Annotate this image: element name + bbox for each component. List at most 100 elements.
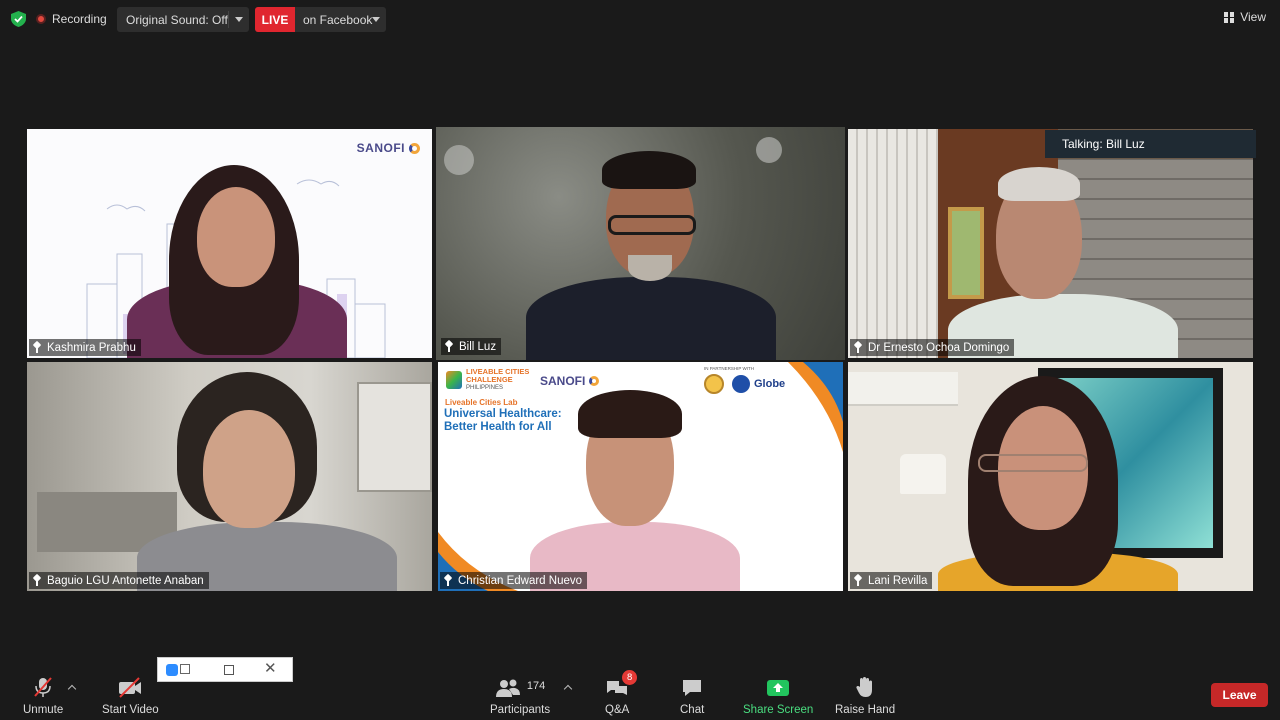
glasses xyxy=(608,215,696,235)
participant-name: Dr Ernesto Ochoa Domingo xyxy=(868,341,1010,354)
lcc-line3: PHILIPPINES xyxy=(466,385,504,391)
lcc-logo: LIVEABLE CITIES CHALLENGE PHILIPPINES xyxy=(446,368,529,392)
recording-indicator[interactable]: Recording xyxy=(36,8,107,30)
qa-button[interactable]: 8 Q&A xyxy=(605,670,638,716)
duplicate-icon[interactable] xyxy=(180,664,190,674)
participant-name: Christian Edward Nuevo xyxy=(458,574,583,587)
sanofi-logo: SANOFI xyxy=(357,141,420,155)
zoom-camera-icon xyxy=(166,664,178,676)
video-tile-antonette[interactable]: Baguio LGU Antonette Anaban xyxy=(27,362,432,591)
share-screen-label: Share Screen xyxy=(743,704,814,716)
chat-button[interactable]: Chat xyxy=(680,676,704,716)
chat-label: Chat xyxy=(680,704,705,716)
partnership-label: IN PARTNERSHIP WITH xyxy=(704,366,755,371)
globe-icon xyxy=(732,375,750,393)
participant-name: Baguio LGU Antonette Anaban xyxy=(47,574,204,587)
share-screen-icon xyxy=(766,676,790,698)
participants-button[interactable]: 174 Participants xyxy=(490,676,550,716)
participants-icon-group: 174 xyxy=(495,676,545,698)
chat-icon xyxy=(681,676,703,698)
participant-name-tag: Bill Luz xyxy=(441,338,502,355)
participant-name: Kashmira Prabhu xyxy=(47,341,136,354)
pin-icon xyxy=(854,575,862,586)
participant-name-tag: Christian Edward Nuevo xyxy=(440,572,588,589)
divider xyxy=(228,11,229,28)
shield-check-icon[interactable] xyxy=(11,11,26,27)
pin-icon xyxy=(33,342,41,353)
share-screen-button[interactable]: Share Screen xyxy=(743,676,813,716)
pin-icon xyxy=(444,575,452,586)
participants-label: Participants xyxy=(490,704,551,716)
window-blinds xyxy=(848,129,938,358)
globe-logo: Globe xyxy=(732,375,785,393)
recording-label: Recording xyxy=(52,12,107,26)
air-conditioner xyxy=(848,372,958,406)
raise-hand-icon xyxy=(855,676,875,698)
participant-name: Lani Revilla xyxy=(868,574,928,587)
floating-mini-window[interactable]: ✕ xyxy=(157,657,293,682)
maximize-icon[interactable] xyxy=(224,665,234,675)
light-spot xyxy=(444,145,474,175)
raise-hand-button[interactable]: Raise Hand xyxy=(835,676,895,716)
qa-icon-group: 8 xyxy=(605,670,638,698)
video-tile-christian[interactable]: LIVEABLE CITIES CHALLENGE PHILIPPINES SA… xyxy=(438,362,843,591)
sanofi-swirl-icon xyxy=(409,142,420,154)
hair xyxy=(578,390,682,438)
hair xyxy=(602,151,696,189)
slide-title-line1: Universal Healthcare: xyxy=(444,408,562,420)
slide-lab-label: Liveable Cities Lab xyxy=(445,398,518,407)
video-tile-ernesto[interactable]: Dr Ernesto Ochoa Domingo xyxy=(848,129,1253,358)
video-off-icon xyxy=(117,676,143,698)
pin-icon xyxy=(33,575,41,586)
live-target-label: on Facebook xyxy=(303,12,373,27)
sanofi-swirl-icon xyxy=(589,376,600,386)
slide-sanofi-text: SANOFI xyxy=(540,374,586,388)
view-button[interactable]: View xyxy=(1224,10,1266,24)
caret-down-icon[interactable] xyxy=(235,17,243,22)
live-stream-control[interactable]: LIVE on Facebook xyxy=(255,7,386,32)
participant-name-tag: Dr Ernesto Ochoa Domingo xyxy=(850,339,1015,356)
globe-text: Globe xyxy=(754,378,786,390)
leave-button[interactable]: Leave xyxy=(1211,683,1268,707)
participants-icon xyxy=(495,679,520,697)
participant-name-tag: Kashmira Prabhu xyxy=(29,339,141,356)
unmute-button[interactable]: Unmute xyxy=(23,676,63,716)
grid-view-icon xyxy=(1224,11,1235,23)
lamp xyxy=(900,454,946,494)
video-tile-kashmira[interactable]: SANOFI Kashmira Prabhu xyxy=(27,129,432,358)
slide-title-line2: Better Health for All xyxy=(444,421,552,433)
light-spot xyxy=(756,137,782,163)
shelf xyxy=(357,382,432,492)
unmute-label: Unmute xyxy=(23,704,64,716)
live-badge: LIVE xyxy=(255,7,295,32)
participant-name-tag: Lani Revilla xyxy=(850,572,933,589)
caret-down-icon[interactable] xyxy=(372,17,380,22)
seal-logo xyxy=(704,374,724,394)
hair xyxy=(998,167,1080,201)
original-sound-toggle[interactable]: Original Sound: Off xyxy=(117,7,249,32)
record-dot-icon xyxy=(36,14,46,24)
participant-video xyxy=(526,277,776,360)
glasses xyxy=(978,454,1088,472)
start-video-button[interactable]: Start Video xyxy=(102,676,159,716)
lcc-emblem-icon xyxy=(446,371,462,389)
face xyxy=(197,187,275,287)
participants-count: 174 xyxy=(526,680,546,692)
qa-label: Q&A xyxy=(605,704,630,716)
pin-icon xyxy=(854,342,862,353)
close-icon[interactable]: ✕ xyxy=(264,661,278,676)
lcc-line2: CHALLENGE xyxy=(466,375,513,384)
meeting-topbar: Recording Original Sound: Off LIVE on Fa… xyxy=(0,0,1280,40)
sanofi-brand-text: SANOFI xyxy=(356,141,405,155)
talking-indicator: Talking: Bill Luz xyxy=(1045,130,1256,158)
start-video-label: Start Video xyxy=(102,704,159,716)
face xyxy=(203,410,295,528)
raise-hand-label: Raise Hand xyxy=(835,704,896,716)
video-tile-bill-luz[interactable]: Bill Luz xyxy=(436,127,845,360)
view-label: View xyxy=(1240,10,1266,24)
slide-sanofi-logo: SANOFI xyxy=(540,374,600,388)
pin-icon xyxy=(445,341,453,352)
video-tile-lani[interactable]: Lani Revilla xyxy=(848,362,1253,591)
painting xyxy=(948,207,984,299)
beard xyxy=(628,255,672,281)
